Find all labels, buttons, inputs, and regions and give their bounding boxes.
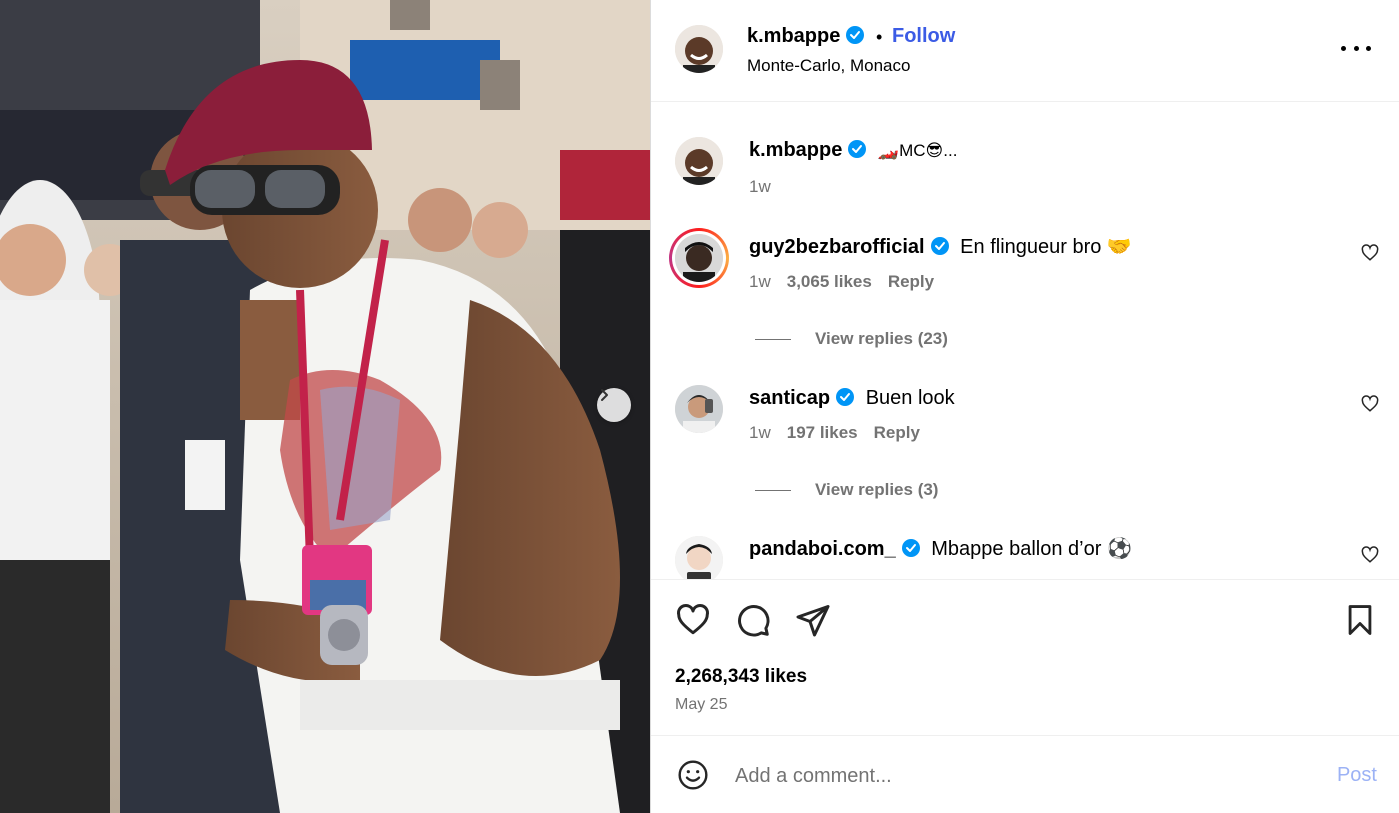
likes-count[interactable]: 2,268,343 likes	[675, 666, 807, 688]
avatar-image	[675, 137, 723, 185]
comments-list[interactable]: k.mbappe 🏎️MC😎... 1w guy2bezbarofficial …	[651, 103, 1399, 579]
photo-illustration	[0, 0, 650, 813]
author-username[interactable]: k.mbappe	[747, 25, 865, 48]
commenter-avatar[interactable]	[675, 536, 723, 579]
view-replies-label[interactable]: View replies (23)	[815, 329, 948, 348]
caption-author-avatar[interactable]	[675, 137, 723, 185]
view-replies-button[interactable]: View replies (3)	[755, 480, 938, 500]
comment-text-line: guy2bezbarofficial En flingueur bro 🤝	[749, 234, 1132, 260]
chevron-right-icon	[601, 389, 608, 401]
comment-likes[interactable]: 197 likes	[787, 423, 858, 442]
view-replies-button[interactable]: View replies (23)	[755, 329, 948, 349]
separator-dot: •	[876, 27, 883, 47]
caption-meta: 1w	[749, 177, 787, 197]
heart-icon[interactable]	[1361, 546, 1379, 564]
bookmark-icon[interactable]	[1343, 602, 1377, 638]
heart-icon[interactable]	[1361, 244, 1379, 262]
verified-badge-icon	[930, 237, 949, 255]
comment-text: Mbappe ballon d’or ⚽	[931, 538, 1132, 560]
comment-age[interactable]: 1w	[749, 272, 771, 291]
comment-username[interactable]: guy2bezbarofficial	[749, 236, 925, 258]
avatar-image	[675, 536, 723, 579]
comment-meta: 1w 197 likes Reply	[749, 423, 936, 443]
post-location[interactable]: Monte-Carlo, Monaco	[747, 56, 910, 76]
post-panel: k.mbappe • Follow Monte-Carlo, Monaco k.…	[650, 0, 1399, 813]
comment-text: Buen look	[865, 387, 955, 409]
post-comment-button[interactable]: Post	[1337, 764, 1377, 787]
caption-text: 🏎️MC😎...	[877, 141, 958, 160]
post-header: k.mbappe • Follow Monte-Carlo, Monaco	[651, 0, 1399, 102]
replies-divider-line	[755, 490, 791, 492]
heart-icon[interactable]	[675, 602, 711, 638]
commenter-avatar[interactable]	[675, 234, 723, 282]
avatar-image	[675, 25, 723, 73]
reply-button[interactable]: Reply	[888, 272, 934, 291]
comment-text-line: pandaboi.com_ Mbappe ballon d’or ⚽	[749, 536, 1132, 562]
post-photo	[0, 0, 650, 813]
emoji-icon[interactable]	[677, 759, 709, 791]
instagram-post-dialog: k.mbappe • Follow Monte-Carlo, Monaco k.…	[0, 0, 1399, 813]
post-date[interactable]: May 25	[675, 696, 727, 714]
verified-badge-icon	[901, 539, 920, 557]
heart-icon[interactable]	[1361, 395, 1379, 413]
share-icon[interactable]	[795, 602, 831, 638]
commenter-avatar[interactable]	[675, 385, 723, 433]
verified-badge-icon	[846, 26, 865, 44]
comment-likes[interactable]: 3,065 likes	[787, 272, 872, 291]
caption-age[interactable]: 1w	[749, 177, 771, 196]
comment-text-line: santicap Buen look	[749, 385, 955, 411]
caption-username[interactable]: k.mbappe	[749, 139, 842, 161]
view-replies-label[interactable]: View replies (3)	[815, 480, 938, 499]
more-options-icon[interactable]	[1341, 38, 1371, 58]
follow-button[interactable]: Follow	[892, 25, 955, 48]
post-actions: 2,268,343 likes May 25	[651, 579, 1399, 735]
author-username-text[interactable]: k.mbappe	[747, 25, 840, 47]
verified-badge-icon	[836, 388, 855, 406]
verified-badge-icon	[848, 140, 867, 158]
author-avatar[interactable]	[675, 25, 723, 73]
avatar-image	[675, 234, 723, 282]
comment-username[interactable]: santicap	[749, 387, 830, 409]
comment-input[interactable]	[735, 760, 1295, 792]
replies-divider-line	[755, 339, 791, 341]
comment-composer: Post	[651, 735, 1399, 813]
comment-age[interactable]: 1w	[749, 423, 771, 442]
reply-button[interactable]: Reply	[874, 423, 920, 442]
comment-text: En flingueur bro 🤝	[960, 236, 1132, 258]
avatar-image	[675, 385, 723, 433]
comment-meta: 1w 3,065 likes Reply	[749, 272, 950, 292]
caption-text-line: k.mbappe 🏎️MC😎...	[749, 137, 957, 164]
comment-icon[interactable]	[735, 602, 771, 638]
next-photo-button[interactable]	[597, 388, 631, 422]
comment-username[interactable]: pandaboi.com_	[749, 538, 896, 560]
